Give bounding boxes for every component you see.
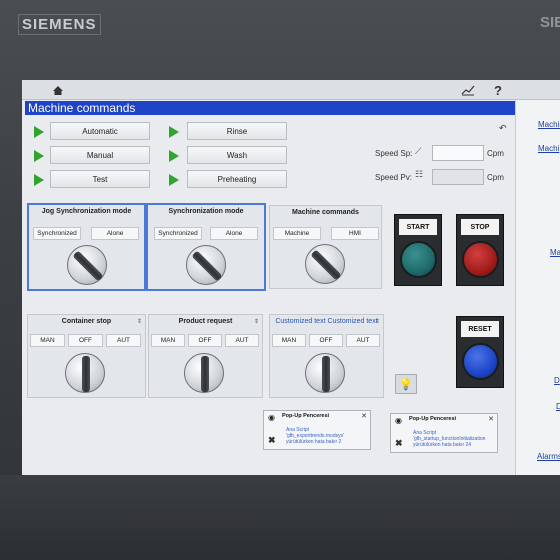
panel-title: Container stop (61, 318, 112, 325)
help-button[interactable]: ? (488, 82, 508, 98)
selector-knob[interactable] (186, 245, 226, 285)
selector-knob[interactable] (67, 245, 107, 285)
device-lower-bezel (0, 475, 560, 560)
man-option[interactable]: MAN (272, 334, 306, 347)
ramp-icon: ⟋ (415, 146, 422, 156)
play-icon[interactable] (167, 171, 181, 188)
trend-icon[interactable] (458, 82, 478, 98)
panel-title: Machine commands (292, 209, 359, 216)
play-icon[interactable] (167, 123, 181, 140)
play-icon[interactable] (32, 147, 46, 164)
scroll-icon[interactable]: ⇕ (254, 318, 259, 325)
man-option[interactable]: MAN (151, 334, 185, 347)
stop-dome (462, 241, 499, 278)
close-icon[interactable]: ✕ (361, 412, 367, 420)
product-request-panel: Product request ⇕ MAN OFF AUT (148, 314, 263, 398)
off-option[interactable]: OFF (309, 334, 343, 347)
speed-sp-field[interactable] (432, 145, 484, 161)
scroll-icon[interactable]: ⇕ (137, 318, 142, 325)
stop-button[interactable]: STOP (456, 214, 504, 286)
nav-link[interactable]: D (556, 402, 560, 411)
aut-option[interactable]: AUT (225, 334, 259, 347)
panel-title: Customized text Customized text (275, 318, 378, 325)
hmi-screen: ? Machine commands ↶ Automatic Manual Te… (22, 80, 560, 475)
reset-button[interactable]: RESET (456, 316, 504, 388)
machine-option[interactable]: Machine (273, 227, 321, 240)
aut-option[interactable]: AUT (106, 334, 141, 347)
synchronized-option[interactable]: Synchronized (33, 227, 81, 240)
nav-link[interactable]: Machi (538, 144, 559, 153)
machine-commands-panel: Machine commands Machine HMI (269, 205, 382, 289)
selector-knob[interactable] (305, 244, 345, 284)
popup-window: ◉ Pop-Up Penceresi ✕ ✖ Ana Script 'gfb_s… (390, 413, 498, 453)
sync-mode-panel: Synchronization mode Synchronized Alone (146, 203, 266, 291)
play-icon[interactable] (32, 171, 46, 188)
nav-link[interactable]: Ma (550, 248, 560, 257)
panel-title: Jog Synchronization mode (41, 208, 132, 215)
selector-knob[interactable] (305, 353, 345, 393)
top-toolbar: ? (22, 80, 560, 100)
off-option[interactable]: OFF (68, 334, 103, 347)
preheating-button[interactable]: Preheating (187, 170, 287, 188)
tools-icon: ✖ (268, 435, 276, 445)
selector-knob[interactable] (65, 353, 105, 393)
speed-sp-unit: Cpm (487, 149, 504, 158)
speed-pv-field (432, 169, 484, 185)
popup-message: Ana Script 'gfb_startup_functionInitiali… (413, 430, 491, 448)
alone-option[interactable]: Alone (210, 227, 258, 240)
hmi-option[interactable]: HMI (331, 227, 379, 240)
page-title: Machine commands (25, 101, 515, 115)
popup-window: ◉ Pop-Up Penceresi ✕ ✖ Ana Script 'gfb_e… (263, 410, 371, 450)
panel-title: Synchronization mode (168, 208, 244, 215)
reset-dome (462, 343, 499, 380)
test-button[interactable]: Test (50, 170, 150, 188)
stop-label: STOP (461, 219, 499, 235)
popup-line: yürütülürken hata bakır 2 (286, 439, 342, 445)
play-icon[interactable] (32, 123, 46, 140)
scroll-icon[interactable]: ⇕ (375, 318, 380, 325)
gauge-icon: ☷ (415, 169, 424, 179)
man-option[interactable]: MAN (30, 334, 65, 347)
selector-knob[interactable] (184, 353, 224, 393)
container-stop-panel: Container stop ⇕ MAN OFF AUT (27, 314, 146, 398)
brand-logo: SIEMENS (18, 14, 101, 35)
reset-label: RESET (461, 321, 499, 337)
nav-link[interactable]: D (554, 376, 560, 385)
start-label: START (399, 219, 437, 235)
start-button[interactable]: START (394, 214, 442, 286)
popup-line: yürütülürken hata bakır 24 (413, 442, 472, 448)
speed-pv-unit: Cpm (487, 173, 504, 182)
brand-logo-partial: SIE (540, 14, 560, 31)
scroll-arrow-icon[interactable]: ↶ (499, 123, 507, 134)
home-icon[interactable] (48, 82, 68, 98)
tools-icon: ✖ (395, 438, 403, 448)
alone-option[interactable]: Alone (91, 227, 139, 240)
lightbulb-icon[interactable]: 💡 (395, 374, 417, 394)
aut-option[interactable]: AUT (346, 334, 380, 347)
close-icon[interactable]: ✕ (488, 415, 494, 423)
off-option[interactable]: OFF (188, 334, 222, 347)
panel-title: Product request (178, 318, 233, 325)
play-icon[interactable] (167, 147, 181, 164)
nav-link[interactable]: Alarms (537, 452, 560, 461)
manual-button[interactable]: Manual (50, 146, 150, 164)
speed-sp-label: Speed Sp: (375, 149, 413, 158)
start-dome (400, 241, 437, 278)
speed-pv-label: Speed Pv: (375, 173, 412, 182)
jog-sync-mode-panel: Jog Synchronization mode Synchronized Al… (27, 203, 146, 291)
popup-title: Pop-Up Penceresi (282, 413, 330, 419)
side-nav-panel: Machine Machi Ma D D Alarms (515, 100, 560, 475)
popup-message: Ana Script 'gfb_exporttrends.modsys' yür… (286, 427, 364, 445)
wash-button[interactable]: Wash (187, 146, 287, 164)
nav-link[interactable]: Machine (538, 120, 560, 129)
automatic-button[interactable]: Automatic (50, 122, 150, 140)
custom-selector-panel: Customized text Customized text ⇕ MAN OF… (269, 314, 384, 398)
synchronized-option[interactable]: Synchronized (154, 227, 202, 240)
rinse-button[interactable]: Rinse (187, 122, 287, 140)
popup-title: Pop-Up Penceresi (409, 416, 457, 422)
